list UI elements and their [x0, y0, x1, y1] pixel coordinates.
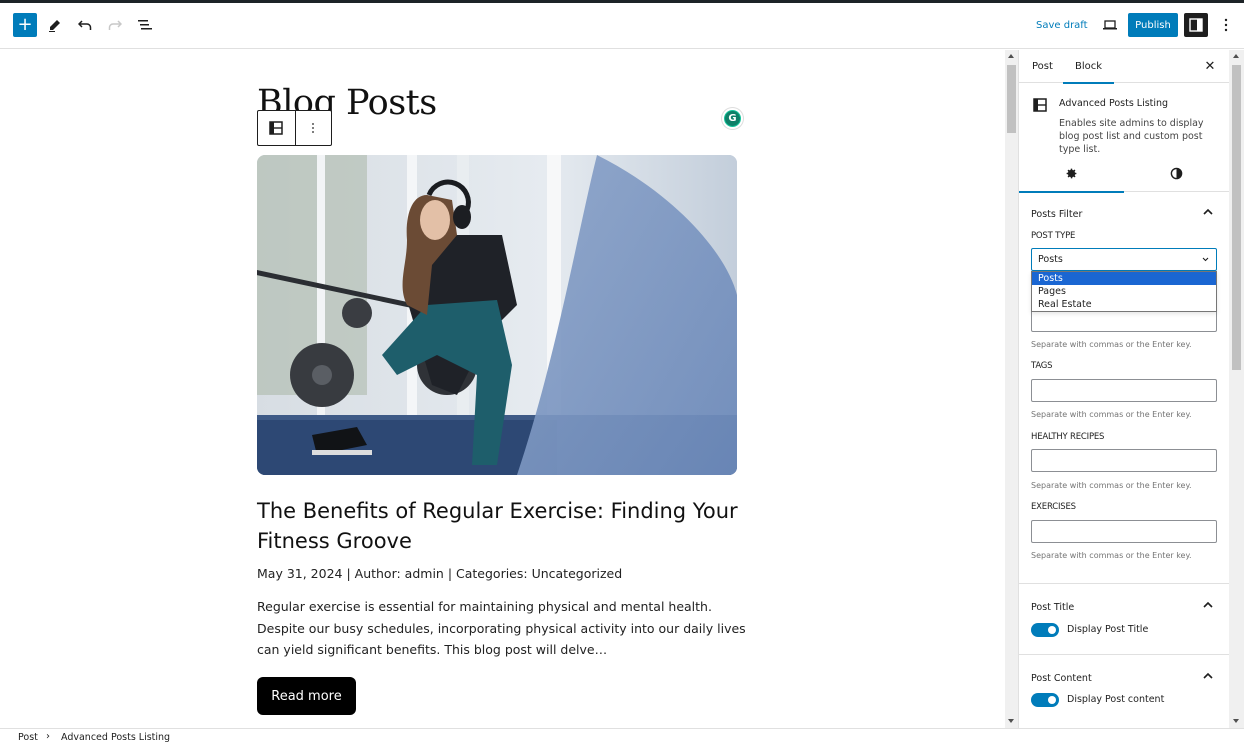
settings-sidebar: Post Block ✕ Advanced Posts Listing Enab…	[1018, 50, 1229, 728]
categories-help: Separate with commas or the Enter key.	[1031, 340, 1192, 349]
undo-icon	[78, 20, 92, 30]
preview-button[interactable]	[1099, 13, 1121, 37]
post-title-panel-title: Post Title	[1031, 602, 1075, 613]
block-card-title: Advanced Posts Listing	[1059, 98, 1169, 109]
post-type-dropdown: Posts Pages Real Estate	[1031, 271, 1217, 312]
display-post-title-toggle[interactable]	[1031, 623, 1059, 637]
post-excerpt: Regular exercise is essential for mainta…	[257, 599, 746, 657]
posts-filter-panel-toggle[interactable]: Posts Filter	[1019, 196, 1229, 232]
tab-post[interactable]: Post	[1032, 50, 1053, 83]
healthy-recipes-input[interactable]	[1031, 449, 1217, 472]
display-post-title-label: Display Post Title	[1067, 624, 1149, 635]
gym-photo	[257, 155, 737, 475]
tab-block[interactable]: Block	[1062, 50, 1115, 84]
exercises-label: EXERCISES	[1031, 502, 1076, 512]
chevron-up-icon	[1203, 208, 1213, 215]
display-post-content-toggle[interactable]	[1031, 693, 1059, 707]
post-title-link[interactable]: The Benefits of Regular Exercise: Findin…	[257, 496, 747, 556]
list-view-icon	[138, 20, 152, 30]
sidebar-scrollbar[interactable]	[1229, 50, 1244, 728]
options-button[interactable]	[1216, 13, 1236, 37]
healthy-recipes-label: HEALTHY RECIPES	[1031, 432, 1105, 442]
panel-divider	[1019, 583, 1229, 584]
post-type-value: Posts	[1038, 254, 1063, 265]
read-more-button[interactable]: Read more	[257, 677, 356, 715]
tab-settings[interactable]	[1019, 154, 1124, 193]
block-type-button[interactable]	[258, 111, 295, 145]
editor-canvas[interactable]: Blog Posts G The Benefits of Regular Exe…	[0, 50, 1005, 728]
exercises-input[interactable]	[1031, 520, 1217, 543]
block-toolbar	[257, 110, 332, 146]
redo-icon	[108, 20, 122, 30]
post-title-panel-toggle[interactable]: Post Title	[1019, 589, 1229, 625]
sidebar-tabs: Post Block ✕	[1019, 50, 1229, 84]
redo-button[interactable]	[103, 13, 127, 37]
scroll-down-icon[interactable]	[1233, 719, 1239, 723]
tags-help: Separate with commas or the Enter key.	[1031, 410, 1192, 419]
tools-button[interactable]	[43, 13, 67, 37]
post-type-option[interactable]: Posts	[1032, 272, 1216, 285]
tab-styles[interactable]	[1124, 154, 1229, 192]
display-post-content-row: Display Post content	[1031, 693, 1221, 707]
panel-divider	[1019, 654, 1229, 655]
chevron-up-icon	[1203, 672, 1213, 679]
display-post-content-label: Display Post content	[1067, 694, 1165, 705]
block-options-button[interactable]	[294, 111, 332, 145]
post-meta: May 31, 2024 | Author: admin | Categorie…	[257, 566, 623, 581]
tags-input[interactable]	[1031, 379, 1217, 402]
scrollbar-thumb[interactable]	[1232, 65, 1241, 370]
add-block-button[interactable]: +	[13, 13, 37, 37]
publish-button[interactable]: Publish	[1128, 13, 1178, 37]
tags-label: TAGS	[1031, 361, 1053, 371]
chevron-down-icon	[1202, 257, 1209, 262]
grammarly-button[interactable]: G	[722, 108, 743, 129]
post-content-panel-toggle[interactable]: Post Content	[1019, 660, 1229, 696]
more-vertical-icon	[312, 123, 315, 133]
pencil-icon	[49, 20, 60, 32]
contrast-icon	[1170, 167, 1183, 179]
posts-listing-icon	[269, 121, 283, 135]
categories-input[interactable]	[1031, 309, 1217, 332]
posts-listing-icon	[1033, 98, 1047, 112]
scrollbar-thumb[interactable]	[1007, 65, 1016, 133]
block-card: Advanced Posts Listing Enables site admi…	[1019, 84, 1229, 155]
sidebar-settings-icon	[1189, 18, 1203, 32]
scroll-up-icon[interactable]	[1008, 54, 1014, 58]
chevron-right-icon: ›	[46, 731, 50, 742]
healthy-recipes-help: Separate with commas or the Enter key.	[1031, 481, 1192, 490]
save-draft-button[interactable]: Save draft	[1036, 13, 1088, 37]
post-featured-image[interactable]	[257, 155, 737, 475]
list-view-button[interactable]	[133, 13, 157, 37]
post-type-option[interactable]: Pages	[1032, 285, 1216, 298]
block-card-description: Enables site admins to display blog post…	[1059, 118, 1204, 155]
post-type-select[interactable]: Posts	[1031, 248, 1217, 271]
breadcrumb-block[interactable]: Advanced Posts Listing	[61, 732, 170, 743]
plus-icon: +	[17, 14, 33, 35]
close-sidebar-button[interactable]: ✕	[1202, 58, 1218, 74]
more-vertical-icon	[1224, 18, 1228, 32]
canvas-scrollbar[interactable]	[1005, 50, 1018, 728]
display-post-title-row: Display Post Title	[1031, 623, 1221, 637]
grammarly-icon: G	[728, 113, 737, 124]
settings-toggle-button[interactable]	[1184, 13, 1208, 37]
breadcrumb-post[interactable]: Post	[18, 732, 38, 743]
block-inspector-tabs	[1019, 154, 1229, 193]
desktop-preview-icon	[1103, 20, 1117, 30]
close-icon: ✕	[1204, 58, 1216, 74]
editor-header: + Save draft Publish	[0, 3, 1244, 49]
post-content-panel-title: Post Content	[1031, 673, 1092, 684]
post-type-option[interactable]: Real Estate	[1032, 298, 1216, 311]
scroll-down-icon[interactable]	[1008, 719, 1014, 723]
posts-filter-title: Posts Filter	[1031, 209, 1083, 220]
exercises-help: Separate with commas or the Enter key.	[1031, 551, 1192, 560]
chevron-up-icon	[1203, 601, 1213, 608]
scroll-up-icon[interactable]	[1233, 54, 1239, 58]
post-type-label: POST TYPE	[1031, 231, 1076, 241]
undo-button[interactable]	[73, 13, 97, 37]
block-breadcrumb: Post › Advanced Posts Listing	[0, 728, 1244, 747]
gear-icon	[1066, 168, 1077, 178]
